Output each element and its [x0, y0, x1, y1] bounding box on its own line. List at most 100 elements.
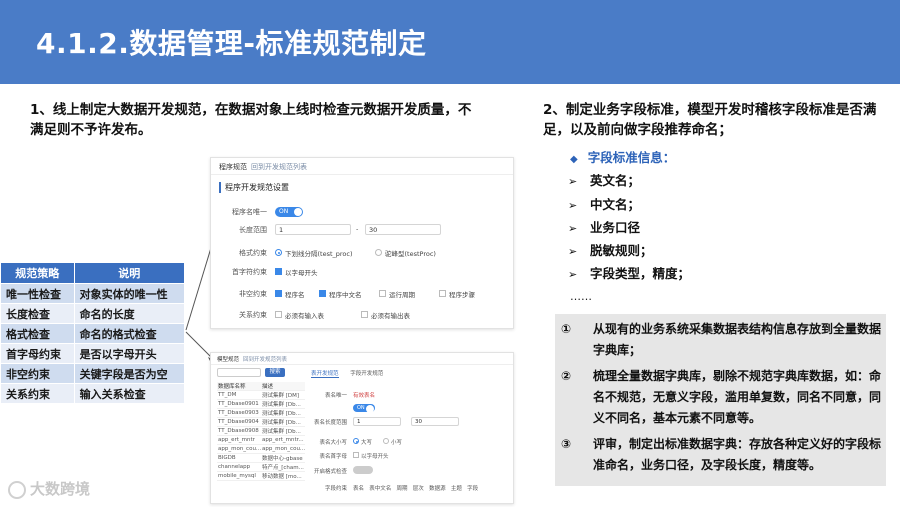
format-radio-underscore[interactable]: [275, 249, 282, 256]
breadcrumb: 程序规范: [219, 163, 247, 171]
notnull-row: 非空约束 程序名 程序中文名 运行周期 程序步骤: [211, 288, 511, 300]
toggle-row: ON: [311, 404, 507, 413]
back-link[interactable]: 回到开发规范列表: [251, 162, 307, 172]
bullet-text: 业务口径: [590, 220, 641, 235]
table-row[interactable]: app_mon_cou... app_mon_cou...: [217, 444, 305, 454]
bullet-item: ➢ 业务口径: [568, 217, 640, 236]
case-option: 小写: [391, 440, 403, 446]
db-name: TT_DM: [217, 390, 261, 400]
step-number: ③: [561, 437, 572, 451]
length-max-input[interactable]: 30: [365, 224, 441, 235]
back-link[interactable]: 回到开发规范列表: [243, 355, 287, 363]
notnull-checkbox[interactable]: [319, 290, 326, 297]
format-check-toggle[interactable]: [353, 466, 373, 474]
search-input[interactable]: [217, 368, 261, 377]
db-name: app_mon_cou...: [217, 444, 261, 454]
bullet-item: ➢ 字段类型，精度；: [568, 263, 690, 282]
table-first-option: 以字母开头: [361, 454, 389, 460]
field-option[interactable]: 层次: [413, 486, 424, 492]
table-case-label: 表名大小写: [319, 440, 347, 446]
relation-checkbox[interactable]: [361, 311, 368, 318]
table-row: 非空约束 关键字段是否为空: [0, 363, 186, 384]
field-option[interactable]: 周期: [397, 486, 408, 492]
first-char-checkbox[interactable]: [275, 268, 282, 275]
lead-right: 2、制定业务字段标准，模型开发时稽核字段标准是否满足，以及前向做字段推荐命名；: [543, 102, 877, 138]
notnull-option: 程序中文名: [329, 291, 362, 299]
notnull-option: 运行周期: [389, 291, 415, 299]
step-item: ① 从现有的业务系统采集数据表结构信息存放到全量数据字典库；: [561, 319, 883, 361]
unique-row: 程序名唯一 ON: [211, 206, 511, 218]
db-name: mobile_mysql: [217, 471, 261, 481]
arrow-icon: ➢: [568, 199, 578, 212]
table-row[interactable]: TT_DM 测试集群 [DM]: [217, 390, 305, 400]
watermark-logo: 大数跨境: [8, 478, 90, 499]
strategy-desc: 命名的长度: [73, 303, 186, 324]
database-list: 数据库名称 描述 TT_DM 测试集群 [DM] TT_Dbase0901 测试集群 …: [217, 382, 305, 481]
relation-option: 必须有输入表: [285, 312, 324, 320]
ellipsis: ……: [570, 290, 592, 303]
unique-toggle[interactable]: ON: [275, 207, 303, 217]
search-button[interactable]: 搜索: [265, 368, 285, 377]
case-radio-lower[interactable]: [383, 438, 389, 444]
bullet-item: ➢ 中文名；: [568, 194, 640, 213]
table-row: 关系约束 输入关系检查: [0, 383, 186, 404]
db-desc: 测试集群 [DM]: [261, 390, 305, 400]
notnull-checkbox[interactable]: [379, 290, 386, 297]
case-radio-upper[interactable]: [353, 438, 359, 444]
strategy-name: 长度检查: [0, 303, 75, 324]
logo-text: 大数跨境: [30, 480, 91, 498]
step-number: ①: [561, 322, 572, 336]
db-name: TT_Dbase0904: [217, 417, 261, 427]
format-radio-camel[interactable]: [375, 249, 382, 256]
field-option[interactable]: 字段: [467, 486, 478, 492]
table-row[interactable]: channelapp 特产点_[cham...: [217, 462, 305, 472]
field-constraint-label: 字段约束: [324, 486, 347, 492]
table-row[interactable]: mobile_mysql 移动数据 [mo...: [217, 471, 305, 481]
table-row: 首字母约束 是否以字母开头: [0, 343, 186, 364]
bullet-text: 脱敏规则；: [590, 243, 653, 258]
table-first-label: 表名首字母: [319, 454, 347, 460]
strategy-header: 规范策略: [0, 262, 75, 284]
page-title: 4.1.2.数据管理-标准规范制定: [36, 27, 427, 60]
notnull-option: 程序名: [285, 291, 305, 299]
field-option[interactable]: 主题: [451, 486, 462, 492]
table-row[interactable]: app_ert_mntr app_ert_mntr...: [217, 435, 305, 445]
length-min-input[interactable]: 1: [275, 224, 351, 235]
relation-checkbox[interactable]: [275, 311, 282, 318]
step-text: 评审，制定出标准数据字典：存放各种定义好的字段标准命名，业务口径，及字段长度，精…: [593, 437, 882, 472]
spec-tabs: 表开发规范 字段开发规范: [311, 369, 393, 378]
db-desc: 测试集群 [Db...: [261, 426, 305, 436]
field-option[interactable]: 表名: [353, 486, 364, 492]
strategy-header: 说明: [73, 262, 186, 284]
step-text: 从现有的业务系统采集数据表结构信息存放到全量数据字典库；: [593, 322, 882, 357]
table-row[interactable]: TT_Dbase0904 测试集群 [Db...: [217, 417, 305, 427]
db-name: BIGDB: [217, 453, 261, 463]
table-row[interactable]: TT_Dbase0903 测试集群 [Db...: [217, 408, 305, 418]
strategy-name: 唯一性检查: [0, 283, 75, 304]
table-row: 格式检查 命名的格式检查: [0, 323, 186, 344]
tab-field-spec[interactable]: 字段开发规范: [350, 371, 383, 377]
relation-row: 关系约束 必须有输入表 必须有输出表: [211, 309, 511, 321]
notnull-checkbox[interactable]: [275, 290, 282, 297]
bullet-text: 英文名；: [590, 173, 641, 188]
db-desc: 测试集群 [Db...: [261, 399, 305, 409]
table-unique-toggle[interactable]: ON: [353, 404, 375, 413]
table-length-max[interactable]: 30: [411, 417, 459, 426]
table-length-min[interactable]: 1: [353, 417, 401, 426]
db-desc: app_ert_mntr...: [261, 435, 305, 445]
arrow-icon: ➢: [568, 175, 578, 188]
bullet-heading-text: 字段标准信息：: [587, 150, 676, 165]
tab-table-spec[interactable]: 表开发规范: [311, 371, 339, 378]
notnull-label: 非空约束: [239, 290, 267, 298]
table-row[interactable]: TT_Dbase0901 测试集群 [Db...: [217, 399, 305, 409]
notnull-checkbox[interactable]: [439, 290, 446, 297]
field-option[interactable]: 表中文名: [369, 486, 391, 492]
table-row[interactable]: BIGDB 数据中心-gbase: [217, 453, 305, 463]
format-label: 格式约束: [239, 249, 267, 257]
table-length-label: 表名长度范围: [313, 420, 347, 426]
table-first-checkbox[interactable]: [353, 452, 359, 458]
table-row[interactable]: TT_Dbase0908 测试集群 [Db...: [217, 426, 305, 436]
strategy-desc: 对象实体的唯一性: [73, 283, 186, 304]
field-option[interactable]: 数据源: [429, 486, 446, 492]
format-check-row: 开启格式检查: [311, 466, 507, 475]
